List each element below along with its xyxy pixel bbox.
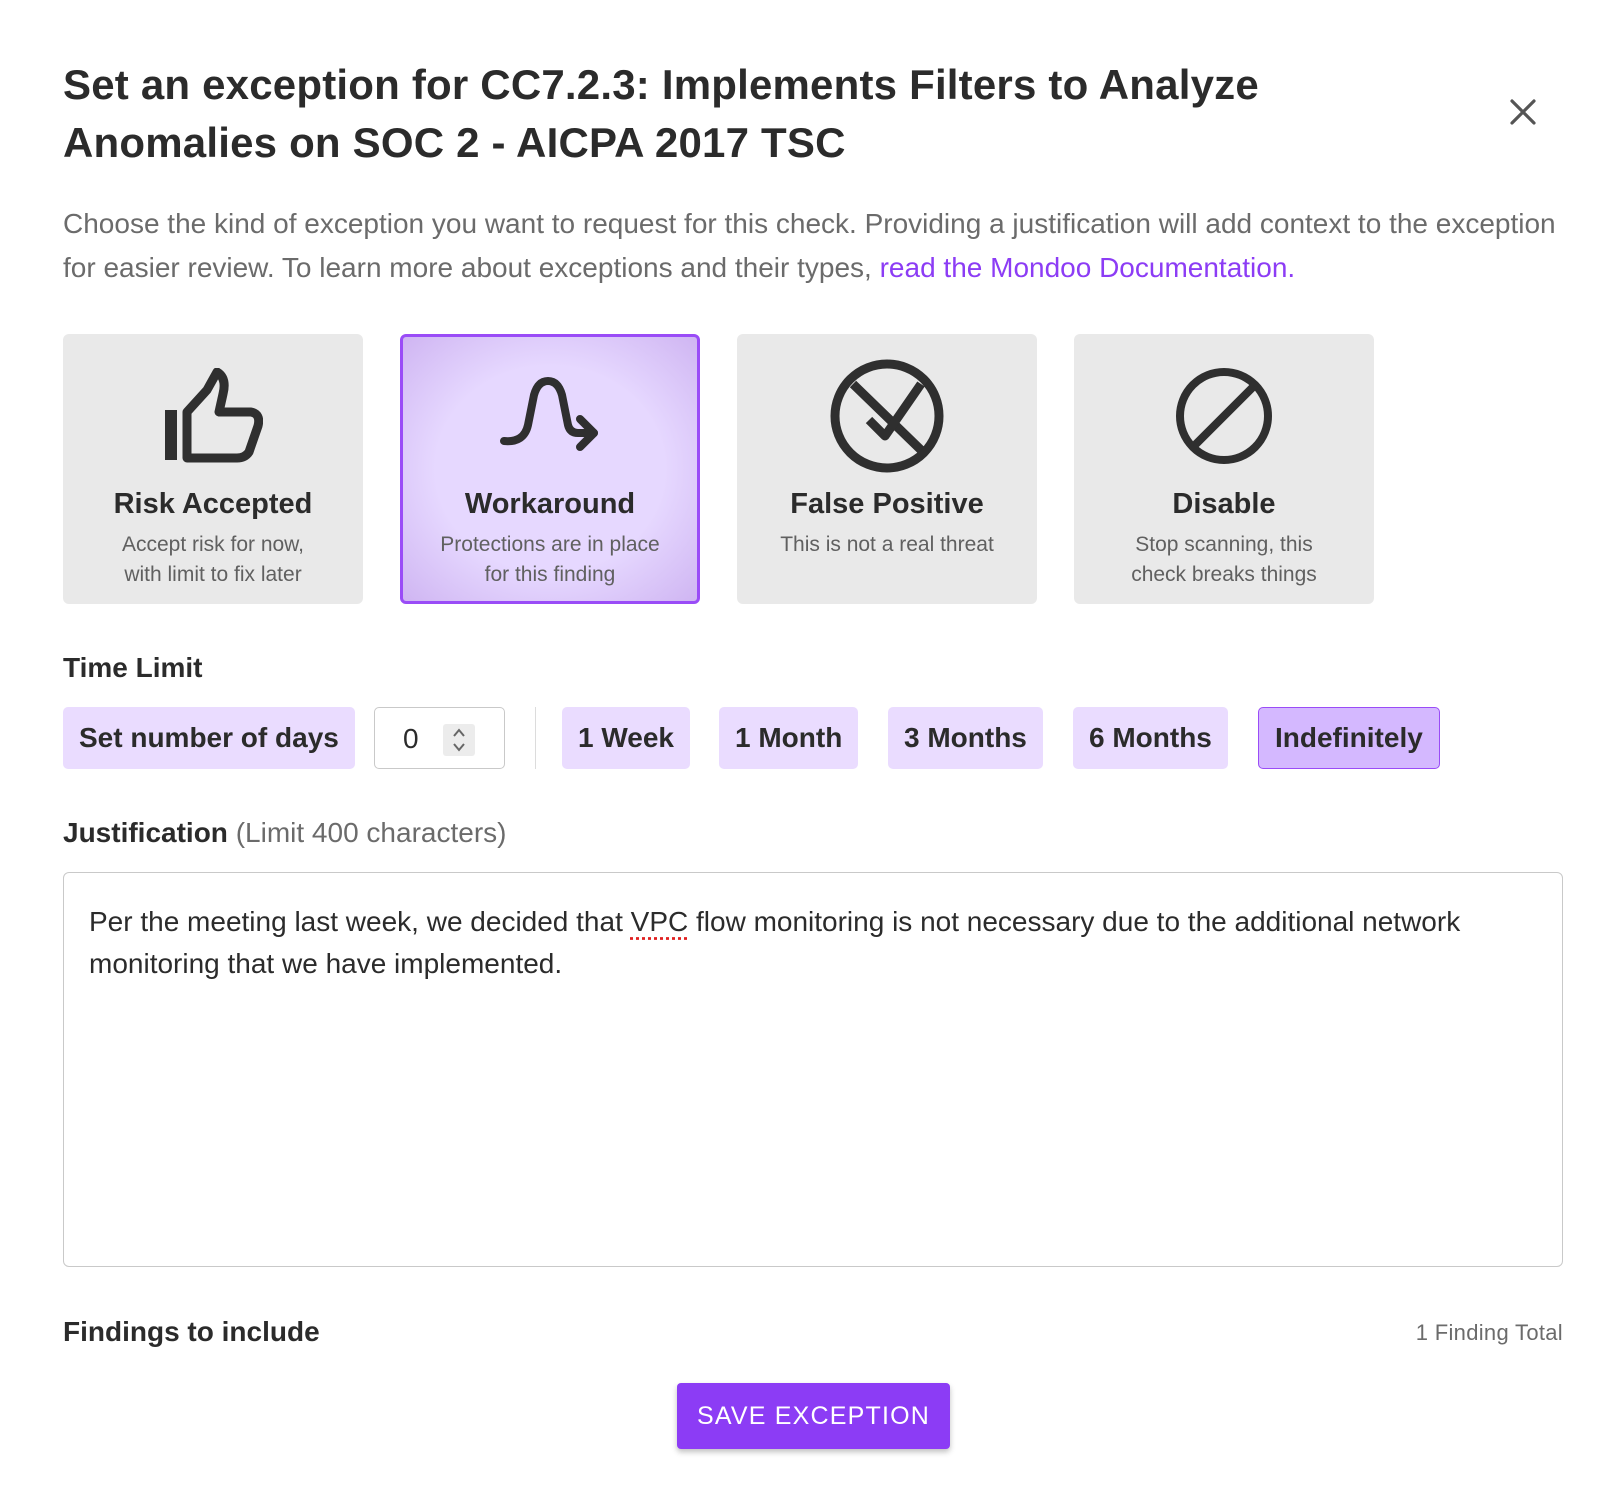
stepper-arrows-icon [453,728,465,752]
card-description: Protections are in place for this findin… [440,533,660,586]
time-option-1-week[interactable]: 1 Week [562,707,690,769]
card-description: Stop scanning, this check breaks things [1131,533,1317,586]
justification-textarea[interactable]: Per the meeting last week, we decided th… [63,872,1563,1267]
description-text: Choose the kind of exception you want to… [63,208,1556,283]
time-option-1-month[interactable]: 1 Month [719,707,859,769]
exception-type-risk-accepted[interactable]: Risk Accepted Accept risk for now, with … [63,334,363,604]
exception-type-workaround[interactable]: Workaround Protections are in place for … [400,334,700,604]
findings-label: Findings to include [63,1316,320,1347]
findings-total: 1 Finding Total [1415,1320,1563,1345]
documentation-link[interactable]: read the Mondoo Documentation. [880,252,1296,283]
divider [535,707,536,769]
card-title: Workaround [464,488,636,520]
justification-limit: (Limit 400 characters) [235,817,507,848]
exception-type-disable[interactable]: Disable Stop scanning, this check breaks… [1074,334,1374,604]
set-days-button[interactable]: Set number of days [63,707,355,769]
thumbs-up-icon [165,368,263,463]
workaround-arrow-icon [500,377,598,451]
close-button[interactable] [1503,92,1543,132]
time-option-3-months[interactable]: 3 Months [888,707,1043,769]
justification-label: Justification (Limit 400 characters) [63,817,506,849]
exception-dialog: Set an exception for CC7.2.3: Implements… [0,0,1614,1496]
time-limit-label: Time Limit [63,652,203,683]
block-icon [1176,368,1272,464]
justification-title: Justification [63,817,228,848]
dialog-title: Set an exception for CC7.2.3: Implements… [63,61,1259,166]
close-icon [1510,99,1536,125]
time-option-indefinitely[interactable]: Indefinitely [1258,707,1440,769]
card-description: This is not a real threat [780,533,994,556]
exception-type-false-positive[interactable]: False Positive This is not a real threat [737,334,1037,604]
justification-text-part: Per the meeting last week, we decided th… [89,906,631,937]
days-value: 0 [403,723,419,754]
card-title: Disable [1172,488,1276,520]
spellcheck-flagged-word: VPC [630,906,689,937]
save-exception-button[interactable]: SAVE EXCEPTION [677,1383,950,1449]
time-option-6-months[interactable]: 6 Months [1073,707,1228,769]
days-input[interactable]: 0 [374,707,505,769]
circle-check-cross-icon [830,359,944,473]
card-title: False Positive [790,488,984,520]
card-description: Accept risk for now, with limit to fix l… [121,533,305,586]
justification-text: Per the meeting last week, we decided th… [89,901,1529,985]
days-stepper[interactable] [443,724,475,756]
dialog-description: Choose the kind of exception you want to… [63,202,1563,290]
card-title: Risk Accepted [113,488,313,520]
